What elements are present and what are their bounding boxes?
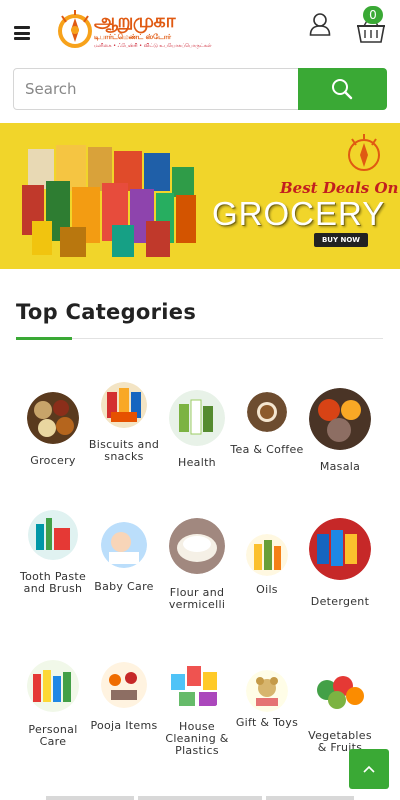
category-biscuits-snacks[interactable]: Biscuits and snacks xyxy=(86,382,162,482)
category-health[interactable]: Health xyxy=(159,390,235,472)
category-personal-care[interactable]: Personal Care xyxy=(15,660,91,752)
chevron-up-icon xyxy=(363,765,375,773)
category-label: Health xyxy=(178,456,216,469)
gift-toys-image xyxy=(246,670,288,712)
category-label: Detergent xyxy=(310,595,370,608)
category-baby-care[interactable]: Baby Care xyxy=(86,522,162,612)
search-bar xyxy=(13,68,387,110)
logo-tagline: மளிகை • ஃபேன்சி • விட்டு உபயோகப்பொருட்கள… xyxy=(94,43,212,49)
category-label: Tea & Coffee xyxy=(230,443,304,456)
category-label: Flour and vermicelli xyxy=(168,586,226,611)
vegetables-image xyxy=(309,660,371,722)
category-label: Pooja Items xyxy=(90,719,158,732)
category-label: House Cleaning & Plastics xyxy=(165,720,229,757)
category-pooja[interactable]: Pooja Items xyxy=(86,662,162,752)
category-toothpaste[interactable]: Tooth Paste and Brush xyxy=(15,510,91,620)
category-label: Oils xyxy=(256,583,278,596)
flour-image xyxy=(169,518,225,574)
search-icon xyxy=(332,79,353,100)
tea-coffee-image xyxy=(247,392,287,432)
house-cleaning-image xyxy=(171,666,217,706)
category-gift-toys[interactable]: Gift & Toys xyxy=(229,670,305,745)
detergent-image xyxy=(309,518,371,580)
cart-count-badge: 0 xyxy=(363,6,383,24)
pooja-image xyxy=(101,662,147,708)
search-input[interactable] xyxy=(14,69,298,109)
app-header: ஆறுமுகா டிபார்ட்மெண்ட் ஸ்டோர் மளிகை • ஃப… xyxy=(0,0,400,64)
category-label: Gift & Toys xyxy=(235,716,299,729)
category-label: Personal Care xyxy=(28,723,78,748)
category-tea-coffee[interactable]: Tea & Coffee xyxy=(229,392,305,472)
logo-emblem-icon xyxy=(58,10,92,48)
category-masala[interactable]: Masala xyxy=(302,388,378,478)
masala-image xyxy=(309,388,371,450)
category-detergent[interactable]: Detergent xyxy=(302,518,378,613)
buy-now-button[interactable]: BUY NOW xyxy=(314,233,368,247)
grocery-products-image xyxy=(22,145,196,257)
section-accent-bar xyxy=(16,337,72,340)
logo-subtitle: டிபார்ட்மெண்ட் ஸ்டோர் xyxy=(94,33,172,41)
category-vegetables[interactable]: Vegetables & Fruits xyxy=(302,660,378,760)
promo-banner[interactable]: Best Deals On GROCERY BUY NOW xyxy=(0,123,400,269)
category-oils[interactable]: Oils xyxy=(229,534,305,604)
cart-button[interactable]: 0 xyxy=(354,6,388,43)
toothpaste-image xyxy=(28,510,78,560)
baby-care-image xyxy=(101,522,147,568)
search-button[interactable] xyxy=(298,68,387,110)
store-logo[interactable]: ஆறுமுகா டிபார்ட்மெண்ட் ஸ்டோர் மளிகை • ஃப… xyxy=(56,8,212,52)
personal-care-image xyxy=(27,660,79,712)
oils-image xyxy=(246,534,288,576)
hamburger-menu-icon[interactable] xyxy=(14,26,30,40)
category-grocery[interactable]: Grocery xyxy=(15,392,91,472)
category-label: Tooth Paste and Brush xyxy=(19,570,87,595)
category-flour[interactable]: Flour and vermicelli xyxy=(159,518,235,618)
category-label: Masala xyxy=(319,460,361,473)
logo-title: ஆறுமுகா xyxy=(94,10,176,32)
category-label: Grocery xyxy=(30,454,76,467)
health-image xyxy=(169,390,225,446)
section-title: Top Categories xyxy=(16,300,197,324)
category-label: Biscuits and snacks xyxy=(88,438,160,463)
banner-title: GROCERY xyxy=(212,195,386,232)
banner-logo-emblem-icon xyxy=(348,134,380,171)
scroll-to-top-button[interactable] xyxy=(349,749,389,789)
bottom-nav-segment xyxy=(266,796,354,800)
user-account-icon[interactable] xyxy=(309,12,331,36)
bottom-nav-segment xyxy=(138,796,262,800)
biscuits-image xyxy=(101,382,147,428)
bottom-nav-segment xyxy=(46,796,134,800)
category-house-cleaning[interactable]: House Cleaning & Plastics xyxy=(159,656,235,760)
grocery-image xyxy=(27,392,79,444)
category-label: Baby Care xyxy=(94,580,154,593)
